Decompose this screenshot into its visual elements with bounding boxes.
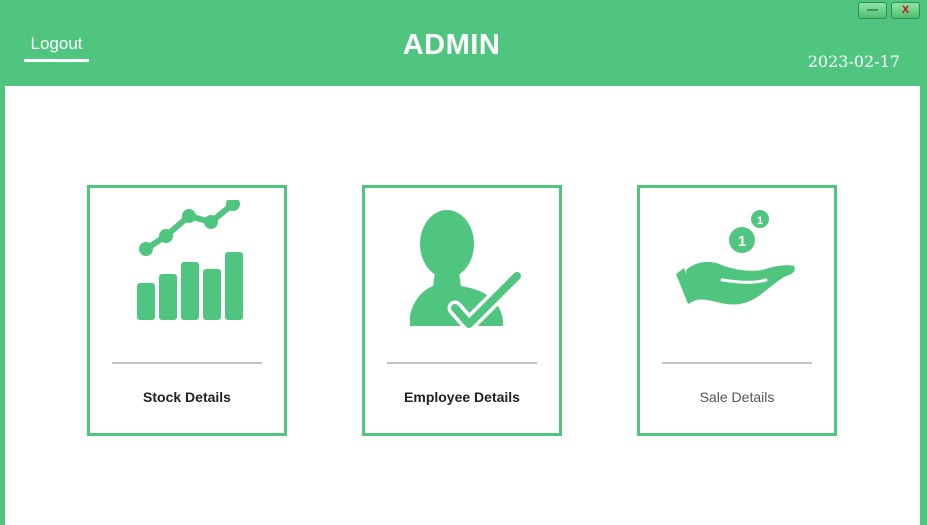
- stock-details-card[interactable]: Stock Details: [87, 185, 287, 436]
- employee-details-label: Employee Details: [404, 389, 520, 405]
- sale-details-label: Sale Details: [699, 389, 775, 405]
- current-date: 2023-02-17: [807, 52, 900, 71]
- stock-details-label: Stock Details: [143, 389, 231, 405]
- minimize-button[interactable]: —: [858, 2, 887, 19]
- card-divider: [387, 362, 537, 364]
- svg-text:1: 1: [738, 233, 746, 250]
- card-divider: [112, 362, 262, 364]
- header-bar: Logout ADMIN 2023-02-17: [0, 0, 927, 86]
- growth-chart-icon: [137, 200, 243, 320]
- verified-user-icon: [410, 210, 525, 332]
- close-button[interactable]: X: [891, 2, 920, 19]
- sale-details-card[interactable]: 1 1 Sale Details: [637, 185, 837, 436]
- page-title: ADMIN: [402, 29, 501, 61]
- employee-details-card[interactable]: Employee Details: [362, 185, 562, 436]
- card-divider: [662, 362, 812, 364]
- hand-coins-icon: 1 1: [676, 210, 795, 305]
- main-panel: Stock Details Employee Details 1 1 Sale …: [5, 86, 920, 525]
- svg-text:1: 1: [757, 215, 763, 227]
